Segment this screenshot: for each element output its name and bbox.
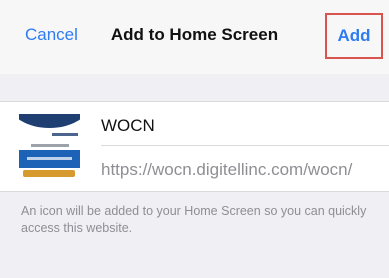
thumbnail-banner (19, 150, 80, 168)
navigation-bar: Cancel Add to Home Screen Add (0, 0, 389, 74)
thumbnail-line (31, 144, 69, 147)
thumbnail-arc-shape (19, 114, 80, 128)
thumbnail-footer (23, 170, 75, 177)
divider (101, 145, 389, 146)
footer-note: An icon will be added to your Home Scree… (21, 204, 367, 235)
wocn-site-thumbnail-icon (19, 114, 80, 179)
add-button[interactable]: Add (325, 13, 383, 59)
cancel-button[interactable]: Cancel (25, 25, 78, 45)
shortcut-name-field[interactable]: WOCN (101, 116, 155, 136)
thumbnail-line (52, 133, 78, 136)
shortcut-url: https://wocn.digitellinc.com/wocn/ (101, 160, 353, 179)
